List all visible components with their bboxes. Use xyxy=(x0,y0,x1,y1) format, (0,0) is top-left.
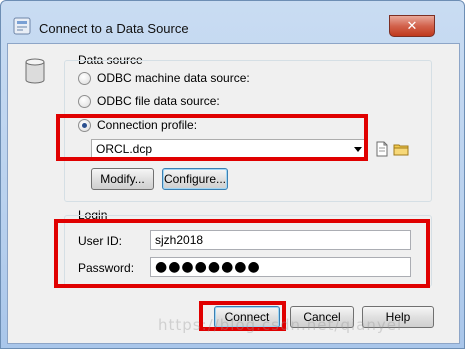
chevron-down-icon[interactable] xyxy=(354,147,362,152)
configure-button-label: Configure... xyxy=(163,172,227,186)
connect-app-icon xyxy=(13,17,31,35)
radio-odbc-file[interactable]: ODBC file data source: xyxy=(78,94,220,108)
close-button[interactable]: ✕ xyxy=(389,15,435,37)
dialog-client-area: Data source ODBC machine data source: OD… xyxy=(7,43,460,344)
radio-button[interactable] xyxy=(78,94,91,108)
connection-profile-value: ORCL.dcp xyxy=(96,142,153,156)
new-document-icon[interactable] xyxy=(374,141,390,157)
database-icon xyxy=(25,58,45,87)
user-id-field[interactable]: sjzh2018 xyxy=(150,230,411,250)
user-id-value: sjzh2018 xyxy=(155,233,204,247)
watermark-text: https://blog.csdn.net/qianyel xyxy=(158,316,403,334)
connect-dialog-window: Connect to a Data Source ✕ Data source O… xyxy=(0,0,465,349)
user-id-label: User ID: xyxy=(78,234,123,248)
configure-button[interactable]: Configure... xyxy=(162,168,228,190)
radio-label: ODBC file data source: xyxy=(97,94,220,108)
close-icon: ✕ xyxy=(406,18,418,34)
connection-profile-combo[interactable]: ORCL.dcp xyxy=(91,139,367,159)
title-bar[interactable]: Connect to a Data Source ✕ xyxy=(1,1,464,41)
password-field[interactable]: ●●●●●●●● xyxy=(150,257,411,277)
password-label: Password: xyxy=(78,261,135,275)
radio-odbc-machine[interactable]: ODBC machine data source: xyxy=(78,71,250,85)
radio-button-selected[interactable] xyxy=(78,118,91,132)
radio-button[interactable] xyxy=(78,71,91,85)
radio-connection-profile[interactable]: Connection profile: xyxy=(78,118,197,132)
modify-button[interactable]: Modify... xyxy=(91,168,154,190)
radio-label: Connection profile: xyxy=(97,118,198,132)
window-title: Connect to a Data Source xyxy=(39,21,189,36)
password-masked-value: ●●●●●●●● xyxy=(155,259,261,275)
radio-label: ODBC machine data source: xyxy=(97,71,250,85)
modify-button-label: Modify... xyxy=(100,172,145,186)
open-folder-icon[interactable] xyxy=(393,141,409,157)
